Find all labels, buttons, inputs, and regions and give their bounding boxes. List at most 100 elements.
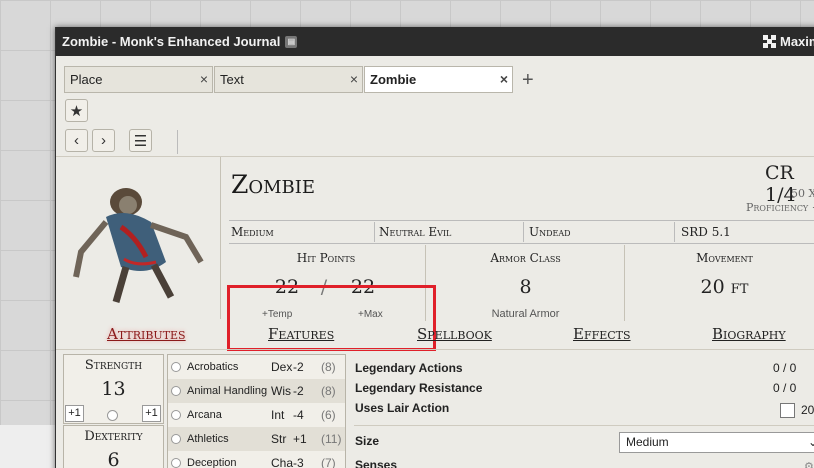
skill-modifier: +1 (293, 432, 307, 446)
movement-label: Movement (696, 251, 753, 265)
skill-row[interactable]: Acrobatics Dex -2 (8) (168, 355, 345, 379)
skill-passive: (8) (321, 360, 336, 374)
size-label: Size (355, 434, 380, 448)
resources-separator (354, 425, 814, 426)
ability-strength: Strength 13 +1 +1 (63, 354, 164, 424)
journal-tabs: Place × Text × Zombie × + (64, 66, 534, 93)
alignment-field[interactable]: Neutral Evil (379, 225, 451, 239)
movement-value[interactable]: 20 ft (628, 276, 814, 298)
gear-icon[interactable]: ⚙ (804, 460, 814, 468)
sheet-tabs-separator (56, 349, 814, 350)
info-divider (523, 222, 524, 242)
skill-row[interactable]: Athletics Str +1 (11) (168, 427, 345, 451)
skill-proficiency-toggle[interactable] (171, 386, 181, 396)
maximize-icon (763, 35, 776, 48)
tab-spellbook[interactable]: Spellbook (417, 325, 492, 343)
skill-ability: Str (271, 432, 287, 446)
skill-ability: Dex (271, 360, 293, 374)
type-field[interactable]: Undead (529, 225, 571, 239)
window-titlebar[interactable]: Zombie - Monk's Enhanced Journal ▤ Maxim (56, 27, 814, 56)
armor-class-value[interactable]: 8 (428, 276, 623, 298)
creature-name[interactable]: Zombie (231, 170, 315, 199)
lair-initiative-value[interactable]: 20 (801, 403, 814, 417)
tab-zombie[interactable]: Zombie × (364, 66, 513, 93)
tab-label: Text (220, 72, 244, 87)
skill-proficiency-toggle[interactable] (171, 458, 181, 468)
skill-passive: (8) (321, 384, 336, 398)
lair-action-checkbox[interactable] (780, 403, 795, 418)
header-divider (220, 157, 221, 319)
size-select[interactable]: Medium ⌄ (619, 432, 814, 453)
tab-biography[interactable]: Biography (712, 325, 786, 343)
close-tab-icon[interactable]: × (350, 71, 358, 87)
experience-points: 50 X (791, 187, 814, 200)
skill-passive: (7) (321, 456, 336, 468)
skill-proficiency-toggle[interactable] (171, 410, 181, 420)
tab-text[interactable]: Text × (214, 66, 363, 93)
close-tab-icon[interactable]: × (200, 71, 208, 87)
skill-row[interactable]: Deception Cha -3 (7) (168, 451, 345, 468)
skill-proficiency-toggle[interactable] (171, 434, 181, 444)
legendary-resistance-label: Legendary Resistance (355, 381, 483, 395)
back-button[interactable]: ‹ (65, 129, 88, 152)
chevron-left-icon: ‹ (74, 132, 79, 149)
skill-name: Deception (187, 457, 237, 468)
skill-ability: Wis (271, 384, 291, 398)
senses-label: Senses (355, 458, 398, 468)
skill-passive: (11) (321, 432, 342, 446)
legendary-resistance-value[interactable]: 0 / 0 (773, 381, 796, 395)
hit-points-label: Hit Points (296, 251, 356, 265)
maximize-label: Maxim (780, 34, 814, 49)
tab-effects[interactable]: Effects (573, 325, 631, 343)
skill-ability: Cha (271, 456, 294, 468)
document-id-icon[interactable]: ▤ (285, 35, 298, 48)
tab-label: Zombie (370, 72, 417, 87)
zombie-portrait[interactable] (66, 167, 216, 317)
ability-name: Strength (84, 358, 143, 373)
tab-place[interactable]: Place × (64, 66, 213, 93)
armor-class-label: Armor Class (490, 251, 561, 265)
proficiency-bonus: Proficiency + (746, 201, 814, 214)
add-tab-icon[interactable]: + (522, 70, 534, 90)
info-divider (674, 222, 675, 242)
skill-passive: (6) (321, 408, 336, 422)
ability-score[interactable]: 13 (64, 378, 163, 400)
chevron-down-icon: ⌄ (807, 435, 814, 449)
tab-attributes[interactable]: Attributes (107, 325, 186, 343)
saving-throw[interactable]: +1 (142, 405, 161, 422)
save-proficiency-toggle[interactable] (107, 410, 118, 421)
list-button[interactable]: ☰ (129, 129, 152, 152)
skill-modifier: -2 (293, 360, 304, 374)
legendary-actions-label: Legendary Actions (355, 361, 463, 375)
ability-score[interactable]: 6 (64, 449, 163, 468)
skills-list: Acrobatics Dex -2 (8) Animal Handling Wi… (167, 354, 346, 468)
toolbar-separator (56, 156, 814, 157)
source-field[interactable]: SRD 5.1 (681, 225, 731, 239)
legendary-actions-value[interactable]: 0 / 0 (773, 361, 796, 375)
ability-modifier[interactable]: +1 (65, 405, 84, 422)
ability-name: Dexterity (84, 429, 143, 444)
skill-row[interactable]: Animal Handling Wis -2 (8) (168, 379, 345, 403)
skill-name: Athletics (187, 433, 229, 445)
tab-features[interactable]: Features (268, 325, 334, 343)
size-select-value: Medium (626, 435, 669, 449)
journal-window: Zombie - Monk's Enhanced Journal ▤ Maxim… (55, 27, 814, 468)
maximize-button[interactable]: Maxim (763, 34, 814, 49)
creature-info-bar: Medium Neutral Evil Undead SRD 5.1 (229, 220, 814, 244)
window-title: Zombie - Monk's Enhanced Journal (62, 34, 281, 49)
info-divider (374, 222, 375, 242)
skill-row[interactable]: Arcana Int -4 (6) (168, 403, 345, 427)
tab-label: Place (70, 72, 103, 87)
forward-button[interactable]: › (92, 129, 115, 152)
toolbar-divider (177, 130, 178, 154)
skill-modifier: -4 (293, 408, 304, 422)
canvas-background (0, 425, 55, 468)
skill-proficiency-toggle[interactable] (171, 362, 181, 372)
skill-modifier: -2 (293, 384, 304, 398)
skill-name: Arcana (187, 409, 222, 421)
lair-action-label: Uses Lair Action (355, 401, 450, 415)
size-field[interactable]: Medium (231, 225, 274, 239)
bookmark-button[interactable]: ★ (65, 99, 88, 122)
close-tab-icon[interactable]: × (500, 71, 508, 87)
chevron-right-icon: › (101, 132, 106, 149)
